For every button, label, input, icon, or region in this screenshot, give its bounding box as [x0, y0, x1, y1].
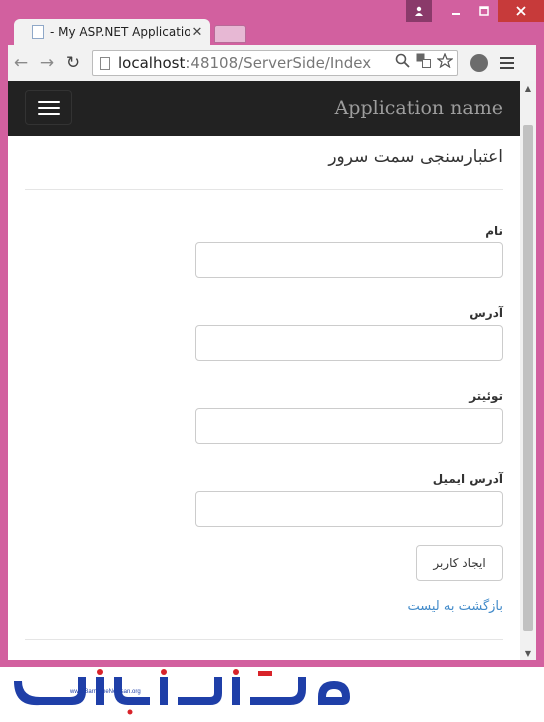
- page-viewport: Application name اعتبارسنجی سمت سرور نام…: [8, 81, 520, 660]
- url-path: :48108/ServerSide/Index: [185, 54, 372, 72]
- scroll-up-icon[interactable]: ▲: [520, 81, 536, 95]
- minimize-icon[interactable]: [442, 0, 470, 22]
- new-tab-button[interactable]: [214, 25, 246, 43]
- page-favicon-icon: [32, 25, 44, 39]
- email-label: آدرس ایمیل: [432, 472, 503, 486]
- email-input[interactable]: [195, 491, 503, 527]
- close-window-icon[interactable]: [498, 0, 544, 22]
- navbar-brand[interactable]: Application name: [335, 97, 503, 119]
- watermark-site: www.BarnameNevisan.org: [69, 689, 141, 695]
- footer-divider: [25, 639, 503, 640]
- page-icon: [100, 56, 110, 70]
- scroll-down-icon[interactable]: ▼: [520, 646, 536, 660]
- name-label: نام: [485, 224, 503, 238]
- browser-menu-icon[interactable]: [500, 57, 514, 69]
- window-controls: [406, 0, 544, 22]
- barnamenevisan-logo: www.BarnameNevisan.org: [14, 669, 350, 715]
- page-scrollbar[interactable]: ▲ ▼: [520, 81, 536, 660]
- user-icon[interactable]: [406, 0, 432, 22]
- forward-icon[interactable]: →: [34, 50, 60, 76]
- translate-icon[interactable]: [416, 53, 431, 72]
- scrollbar-thumb[interactable]: [523, 125, 533, 631]
- address-bar[interactable]: localhost:48108/ServerSide/Index: [92, 50, 458, 76]
- address-input[interactable]: [195, 325, 503, 361]
- tab-title: - My ASP.NET Application: [50, 25, 190, 39]
- create-user-button[interactable]: ایجاد کاربر: [416, 545, 503, 581]
- reload-icon[interactable]: ↻: [60, 50, 86, 76]
- maximize-icon[interactable]: [470, 0, 498, 22]
- heading-divider: [25, 189, 503, 190]
- twitter-input[interactable]: [195, 408, 503, 444]
- page-title: اعتبارسنجی سمت سرور: [328, 147, 503, 167]
- close-tab-icon[interactable]: ✕: [190, 25, 204, 40]
- back-to-list-link[interactable]: بازگشت به لیست: [407, 599, 503, 614]
- browser-toolbar: ← → ↻ localhost:48108/ServerSide/Index: [8, 45, 536, 81]
- navbar: Application name: [8, 81, 520, 136]
- watermark-strip: www.BarnameNevisan.org: [0, 667, 544, 718]
- back-icon[interactable]: ←: [8, 50, 34, 76]
- omnibox-icons: [395, 52, 454, 72]
- browser-tab[interactable]: - My ASP.NET Application ✕: [14, 19, 210, 45]
- twitter-label: توئیتر: [469, 389, 503, 403]
- navbar-toggle-icon[interactable]: [25, 90, 72, 125]
- url-host: localhost: [118, 54, 186, 72]
- zoom-icon[interactable]: [395, 53, 410, 72]
- bookmark-star-icon[interactable]: [436, 52, 454, 72]
- name-input[interactable]: [195, 242, 503, 278]
- address-label: آدرس: [469, 306, 503, 320]
- toolbar-right: [470, 54, 514, 72]
- extension-globe-icon[interactable]: [470, 54, 488, 72]
